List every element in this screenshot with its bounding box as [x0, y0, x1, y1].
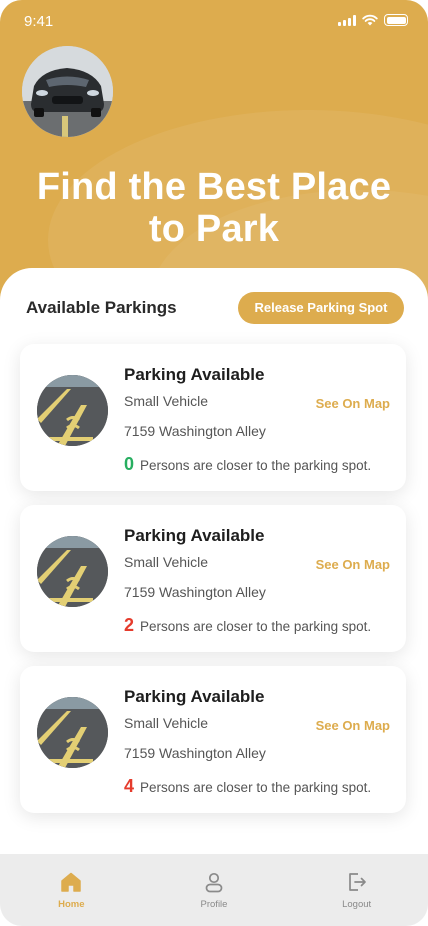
persons-count-text: Persons are closer to the parking spot. — [140, 780, 372, 795]
wifi-icon — [362, 14, 378, 26]
hero-title: Find the Best Place to Park — [0, 166, 428, 250]
profile-icon — [205, 872, 223, 893]
parking-address: 7159 Washington Alley — [124, 423, 266, 439]
home-icon — [61, 872, 82, 892]
parking-address: 7159 Washington Alley — [124, 745, 266, 761]
signal-icon — [338, 14, 356, 26]
nav-label-profile: Profile — [200, 899, 228, 910]
avatar[interactable] — [22, 46, 113, 137]
persons-count-text: Persons are closer to the parking spot. — [140, 619, 372, 634]
parking-photo — [37, 697, 108, 768]
parking-card[interactable]: Parking Available Small Vehicle 7159 Was… — [20, 666, 406, 813]
persons-closer-row: 4 Persons are closer to the parking spot… — [124, 776, 371, 797]
nav-item-profile[interactable]: Profile — [159, 870, 269, 910]
section-title: Available Parkings — [26, 298, 177, 317]
nav-item-logout[interactable]: Logout — [302, 870, 412, 910]
see-on-map-link[interactable]: See On Map — [316, 718, 390, 733]
see-on-map-link[interactable]: See On Map — [316, 396, 390, 411]
persons-count: 4 — [124, 776, 135, 796]
card-title: Parking Available — [124, 687, 265, 706]
parking-photo — [37, 536, 108, 607]
persons-count-text: Persons are closer to the parking spot. — [140, 458, 372, 473]
persons-closer-row: 0 Persons are closer to the parking spot… — [124, 454, 371, 475]
bottom-nav: Home Profile Logout — [0, 854, 428, 926]
vehicle-type: Small Vehicle — [124, 393, 209, 409]
parking-card[interactable]: Parking Available Small Vehicle 7159 Was… — [20, 344, 406, 491]
content-sheet: Available Parkings Release Parking Spot … — [0, 268, 428, 868]
vehicle-type: Small Vehicle — [124, 554, 209, 570]
logout-icon — [348, 873, 366, 891]
app-screen: 9:41 Find the Best Place to Park Availab… — [0, 0, 428, 926]
parking-address: 7159 Washington Alley — [124, 584, 266, 600]
persons-count: 0 — [124, 454, 135, 474]
persons-closer-row: 2 Persons are closer to the parking spot… — [124, 615, 371, 636]
see-on-map-link[interactable]: See On Map — [316, 557, 390, 572]
vehicle-type: Small Vehicle — [124, 715, 209, 731]
card-title: Parking Available — [124, 526, 265, 545]
parking-photo — [37, 375, 108, 446]
nav-label-home: Home — [58, 899, 85, 910]
status-icons — [338, 14, 408, 26]
header: 9:41 Find the Best Place to Park — [0, 0, 428, 300]
nav-label-logout: Logout — [342, 899, 372, 910]
status-time: 9:41 — [24, 13, 54, 30]
release-parking-spot-button[interactable]: Release Parking Spot — [238, 292, 404, 324]
hero-title-line: Find the Best Place — [36, 166, 392, 208]
status-bar: 9:41 — [0, 0, 428, 44]
hero-title-line: to Park — [148, 208, 280, 250]
card-title: Parking Available — [124, 365, 265, 384]
car-photo — [22, 46, 113, 137]
battery-icon — [384, 14, 408, 26]
parking-card[interactable]: Parking Available Small Vehicle 7159 Was… — [20, 505, 406, 652]
persons-count: 2 — [124, 615, 135, 635]
nav-item-home[interactable]: Home — [16, 870, 126, 910]
